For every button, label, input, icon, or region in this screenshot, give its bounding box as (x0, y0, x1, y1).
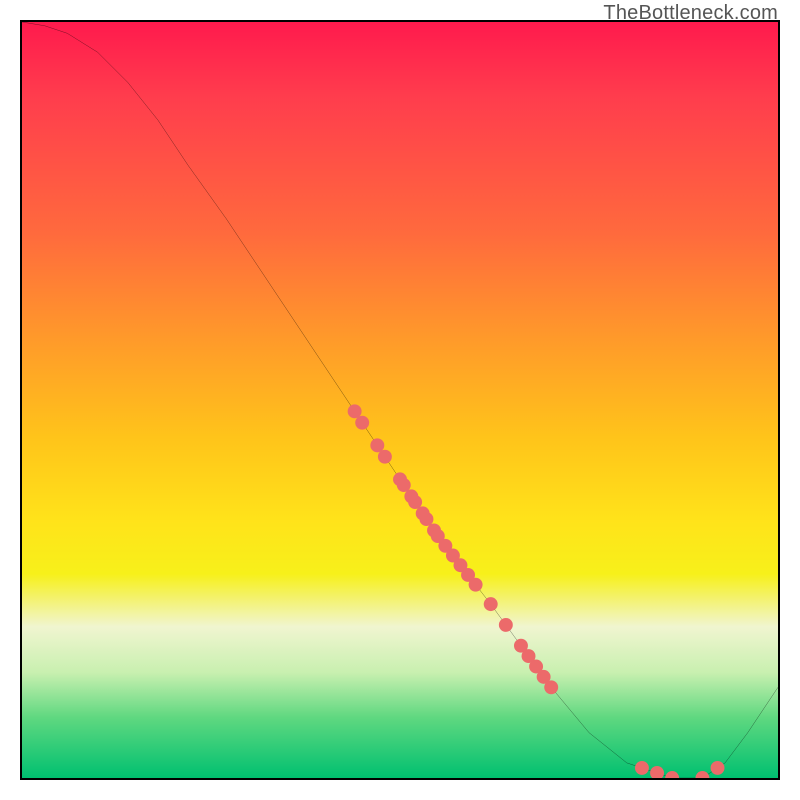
scatter-point (499, 618, 513, 632)
bottleneck-curve (22, 22, 778, 778)
scatter-point (397, 478, 411, 492)
scatter-point (650, 766, 664, 778)
scatter-point (408, 495, 422, 509)
scatter-point (544, 680, 558, 694)
chart-overlay (22, 22, 778, 778)
scatter-point (419, 512, 433, 526)
scatter-points (348, 404, 725, 778)
chart-stage: TheBottleneck.com (0, 0, 800, 800)
scatter-point (711, 761, 725, 775)
scatter-point (665, 771, 679, 778)
scatter-point (635, 761, 649, 775)
plot-area (20, 20, 780, 780)
scatter-point (695, 771, 709, 778)
scatter-point (378, 450, 392, 464)
scatter-point (469, 578, 483, 592)
scatter-point (355, 416, 369, 430)
scatter-point (348, 404, 362, 418)
scatter-point (484, 597, 498, 611)
scatter-point (370, 438, 384, 452)
